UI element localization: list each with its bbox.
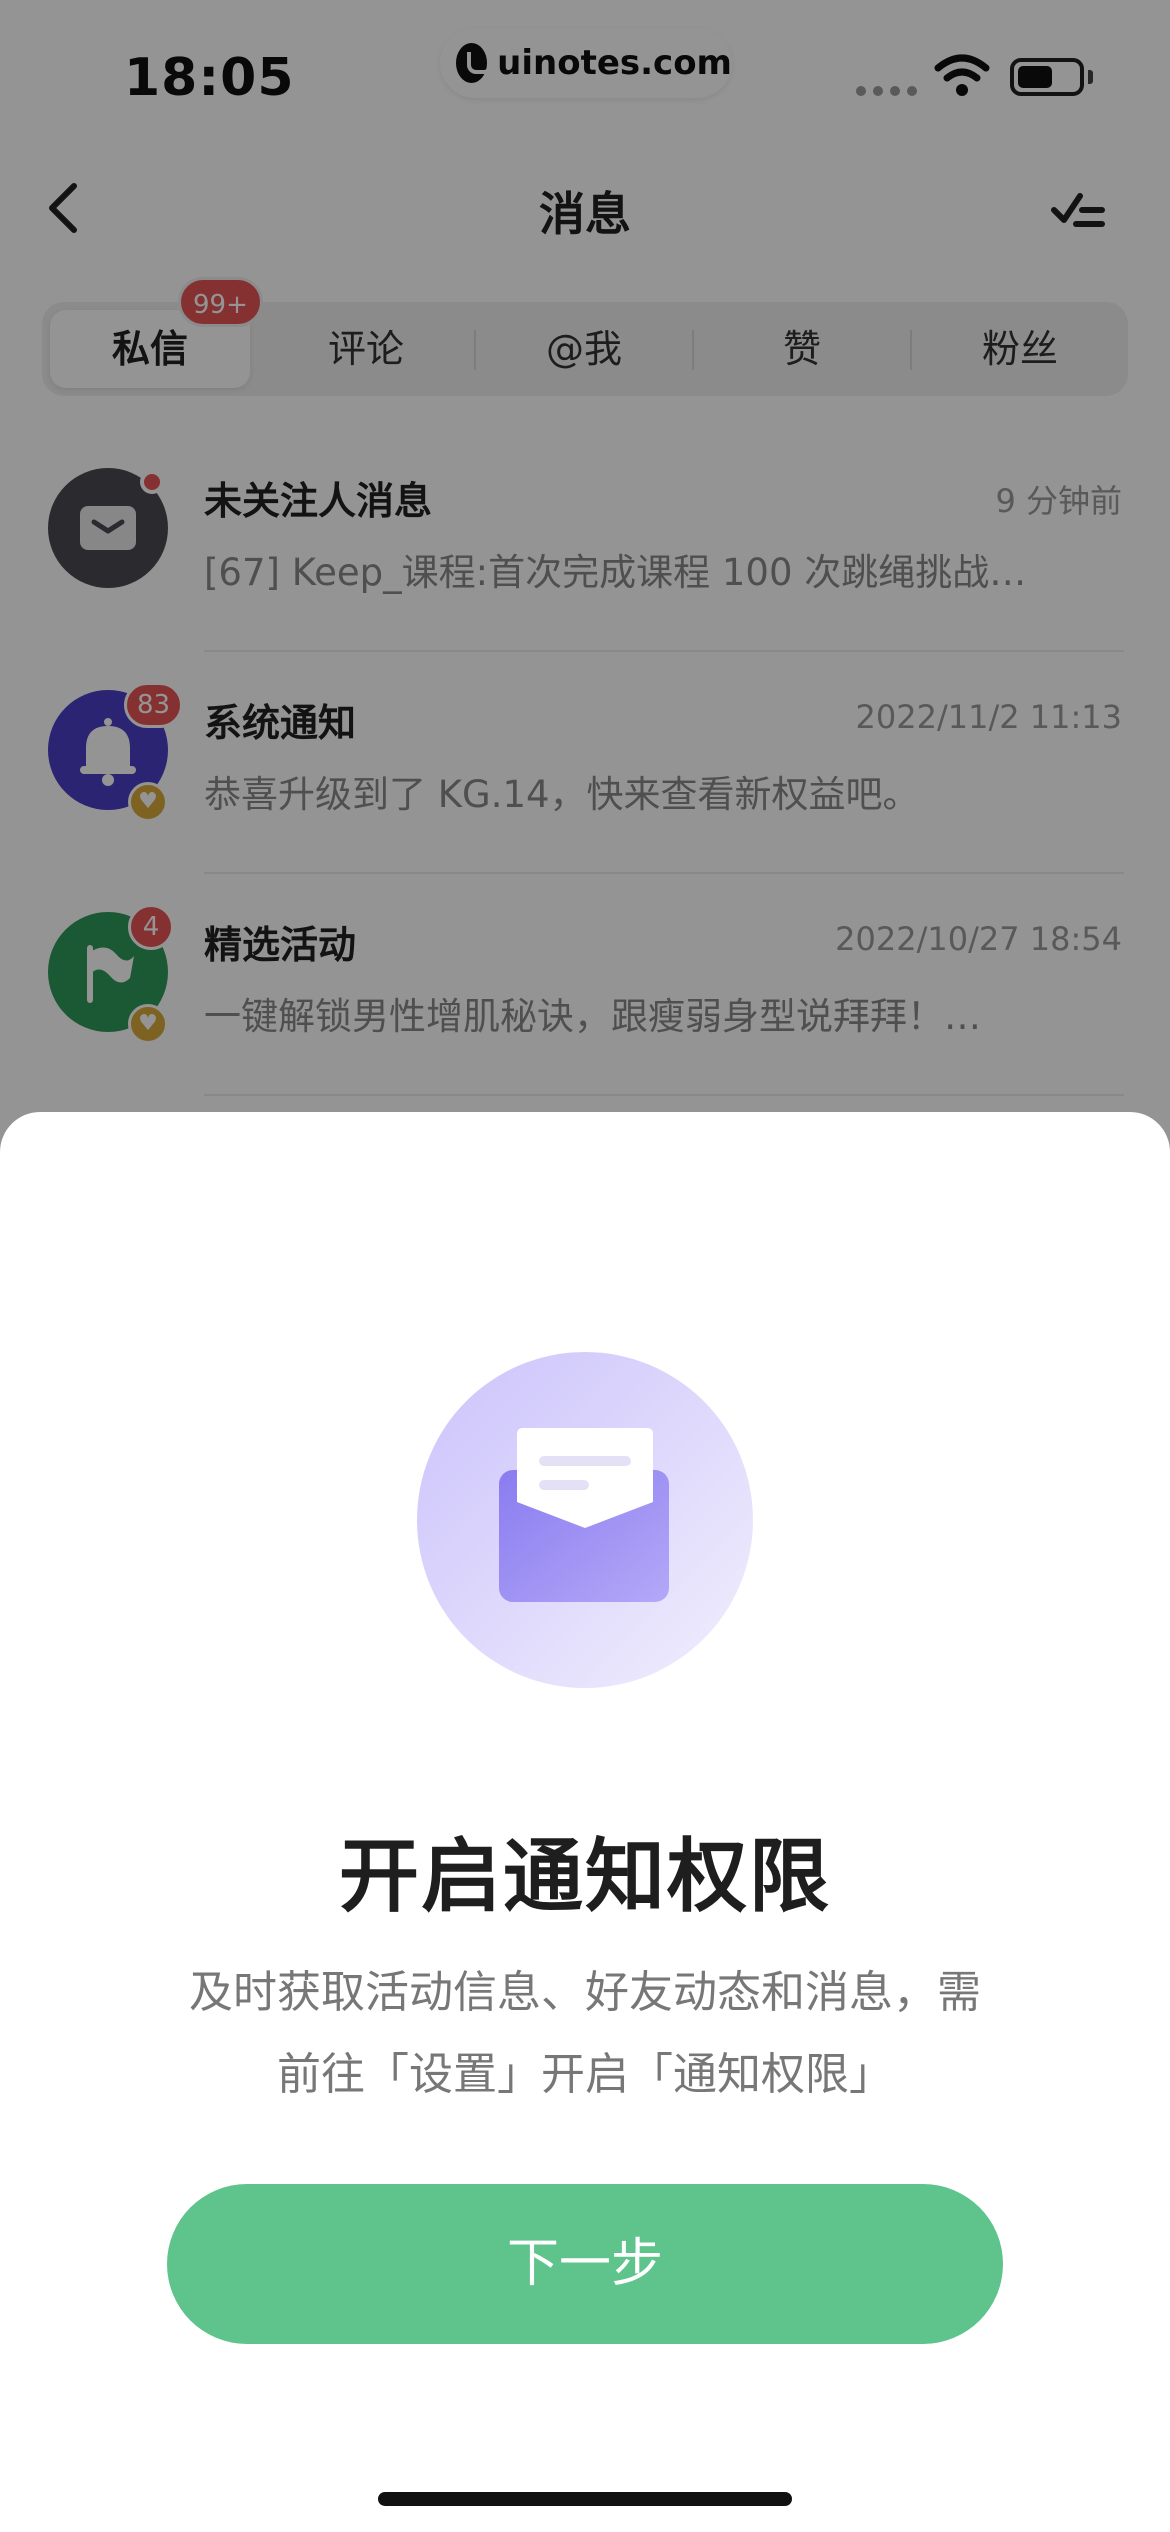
open-envelope-icon [417, 1352, 753, 1688]
notification-permission-sheet: 开启通知权限 及时获取活动信息、好友动态和消息，需 前往「设置」开启「通知权限」… [0, 1112, 1170, 2532]
sheet-description-line: 前往「设置」开启「通知权限」 [277, 2049, 893, 2100]
next-step-button[interactable]: 下一步 [167, 2184, 1003, 2344]
sheet-description: 及时获取活动信息、好友动态和消息，需 前往「设置」开启「通知权限」 [100, 1952, 1070, 2116]
screen: 18:05 uinotes.com 消息 私信 评论 @我 赞 粉丝 99+ 未… [0, 0, 1170, 2532]
sheet-title: 开启通知权限 [339, 1830, 831, 1923]
sheet-description-line: 及时获取活动信息、好友动态和消息，需 [189, 1967, 981, 2018]
home-indicator[interactable] [378, 2492, 792, 2506]
